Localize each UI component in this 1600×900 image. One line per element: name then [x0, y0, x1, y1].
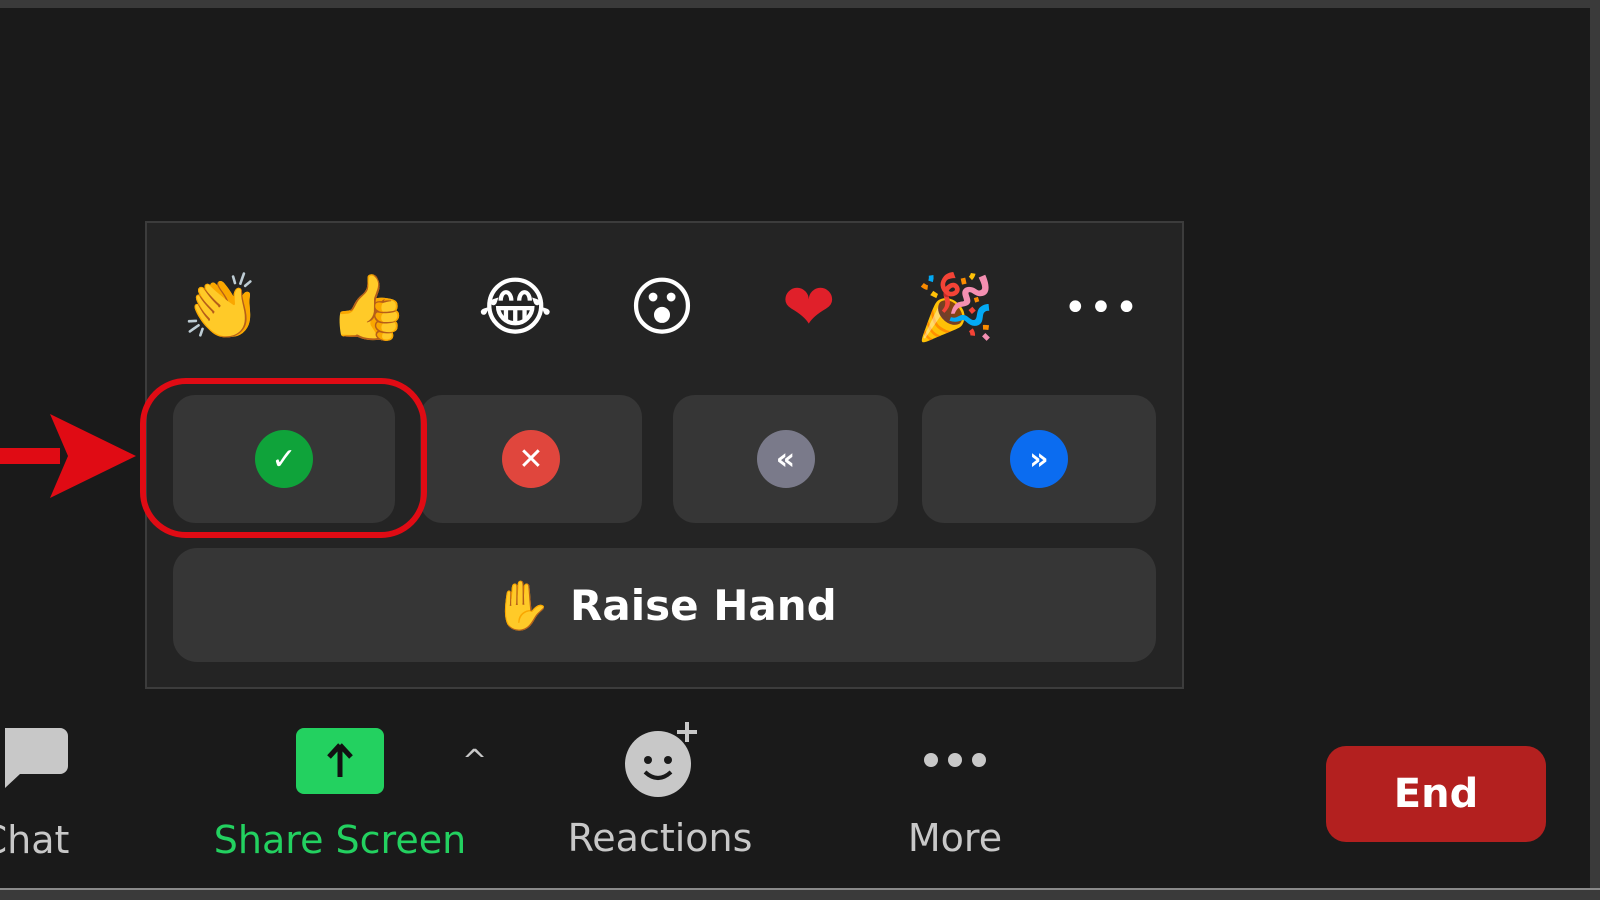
- end-meeting-button[interactable]: End: [1326, 746, 1546, 842]
- window-bottom-border: [0, 888, 1600, 900]
- speed-up-button[interactable]: »: [922, 395, 1156, 523]
- raise-hand-button[interactable]: ✋ Raise Hand: [173, 548, 1156, 662]
- reactions-label: Reactions: [567, 816, 753, 860]
- share-options-caret[interactable]: ^: [462, 744, 487, 779]
- more-dots-icon: [924, 753, 986, 767]
- chat-label: Chat: [0, 818, 70, 862]
- more-button[interactable]: More: [880, 720, 1030, 860]
- raise-hand-label: Raise Hand: [570, 580, 837, 630]
- raised-hand-icon: ✋: [492, 577, 553, 634]
- window-top-border: [0, 0, 1600, 8]
- share-screen-icon: [296, 728, 384, 794]
- highlight-circle: [140, 378, 427, 538]
- more-label: More: [907, 816, 1003, 860]
- heart-icon[interactable]: ❤: [764, 263, 854, 353]
- rewind-icon: «: [756, 430, 815, 488]
- party-popper-icon[interactable]: 🎉: [910, 263, 1000, 353]
- emoji-row: 👏 👍 😂 😮 ❤ 🎉 •••: [177, 263, 1147, 353]
- chat-bubble-icon: [5, 728, 68, 788]
- window-right-border: [1590, 0, 1600, 900]
- more-emoji-icon[interactable]: •••: [1057, 263, 1147, 353]
- fast-forward-icon: »: [1010, 430, 1068, 488]
- red-arrow-icon: [0, 414, 136, 498]
- share-screen-button[interactable]: Share Screen: [210, 720, 470, 862]
- slow-down-button[interactable]: «: [673, 395, 898, 523]
- tears-of-joy-icon[interactable]: 😂: [470, 263, 560, 353]
- open-mouth-icon[interactable]: 😮: [617, 263, 707, 353]
- thumbs-up-icon[interactable]: 👍: [324, 263, 414, 353]
- x-icon: ✕: [502, 430, 560, 488]
- no-button[interactable]: ✕: [420, 395, 642, 523]
- chat-button[interactable]: Chat: [0, 720, 90, 862]
- share-screen-label: Share Screen: [213, 818, 467, 862]
- clapping-hands-icon[interactable]: 👏: [177, 263, 267, 353]
- reactions-button[interactable]: Reactions: [560, 720, 760, 860]
- reactions-smiley-icon: [625, 722, 697, 797]
